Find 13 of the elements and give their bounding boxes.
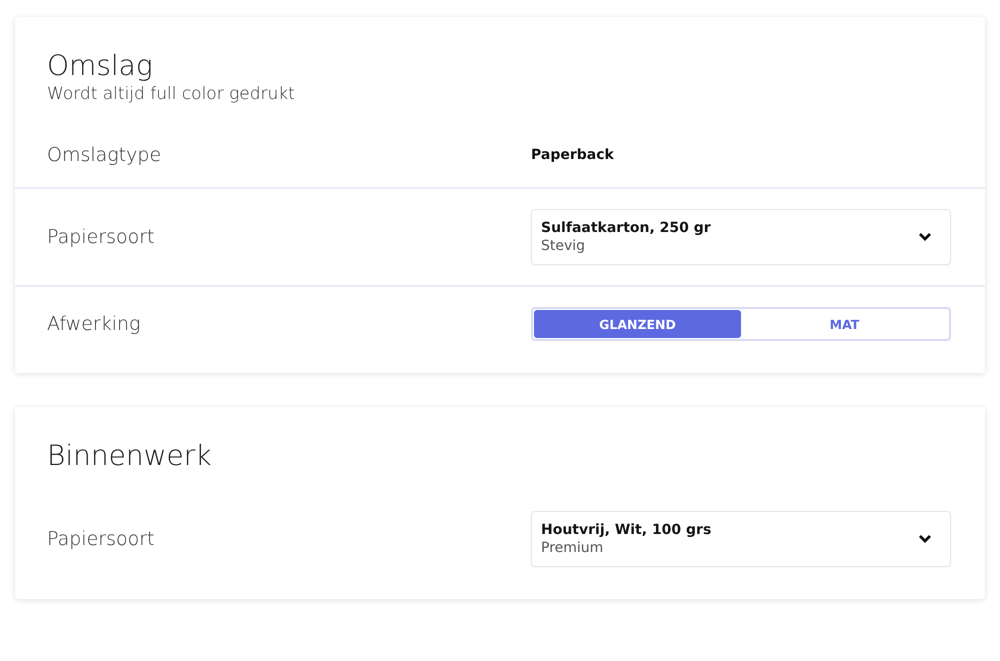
paper-dropdown[interactable]: Sulfaatkarton, 250 gr Stevig	[531, 209, 951, 265]
chevron-down-icon	[918, 232, 932, 242]
field-label: Omslagtype	[47, 144, 162, 166]
section-title: Omslag	[47, 49, 154, 83]
field-label: Papiersoort	[47, 528, 154, 550]
field-label: Afwerking	[47, 313, 140, 335]
section-title: Binnenwerk	[47, 439, 212, 473]
field-value: Paperback	[531, 147, 614, 163]
section-subtitle: Wordt altijd full color gedrukt	[47, 83, 296, 105]
chevron-down-icon	[918, 534, 932, 544]
paper-dropdown[interactable]: Houtvrij, Wit, 100 grs Premium	[531, 511, 951, 567]
field-label: Papiersoort	[47, 226, 154, 248]
finish-option[interactable]: GLANZEND	[534, 310, 741, 338]
